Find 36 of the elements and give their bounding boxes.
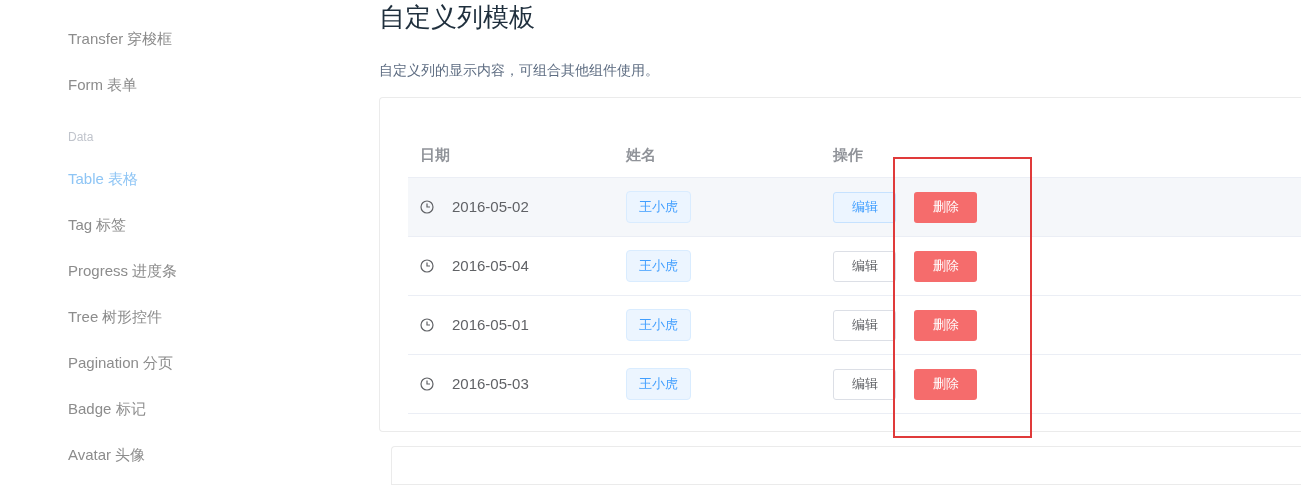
sidebar-item[interactable]: Badge 标记 bbox=[68, 397, 146, 421]
name-tag: 王小虎 bbox=[626, 368, 691, 400]
edit-button[interactable]: 编辑 bbox=[833, 368, 896, 400]
clock-icon bbox=[420, 377, 434, 391]
delete-button[interactable]: 删除 bbox=[914, 250, 977, 282]
sidebar-item[interactable]: Table 表格 bbox=[68, 167, 139, 191]
sidebar-item[interactable]: Transfer 穿梭框 bbox=[68, 27, 173, 51]
name-tag: 王小虎 bbox=[626, 309, 691, 341]
edit-button[interactable]: 编辑 bbox=[833, 191, 896, 223]
delete-button[interactable]: 删除 bbox=[914, 191, 977, 223]
clock-icon bbox=[420, 318, 434, 332]
column-header: 姓名 bbox=[625, 145, 657, 166]
table-row[interactable]: 2016-05-02 王小虎 编辑 删除 bbox=[408, 178, 1301, 237]
sidebar-item[interactable]: Tag 标签 bbox=[68, 213, 127, 237]
group-label: Data bbox=[68, 129, 94, 146]
sidebar-item[interactable]: Progress 进度条 bbox=[68, 259, 178, 283]
date-text: 2016-05-04 bbox=[452, 255, 529, 276]
edit-button[interactable]: 编辑 bbox=[833, 309, 896, 341]
column-header: 日期 bbox=[419, 145, 451, 166]
sidebar-item[interactable]: Form 表单 bbox=[68, 73, 138, 97]
date-text: 2016-05-03 bbox=[452, 373, 529, 394]
clock-icon bbox=[420, 259, 434, 273]
description: 自定义列的显示内容，可组合其他组件使用。 bbox=[379, 61, 660, 80]
name-tag: 王小虎 bbox=[626, 191, 691, 223]
delete-button[interactable]: 删除 bbox=[914, 368, 977, 400]
name-tag: 王小虎 bbox=[626, 250, 691, 282]
date-text: 2016-05-01 bbox=[452, 314, 529, 335]
page-title: 自定义列模板 bbox=[379, 1, 536, 34]
delete-button[interactable]: 删除 bbox=[914, 309, 977, 341]
edit-button[interactable]: 编辑 bbox=[833, 250, 896, 282]
sidebar-item[interactable]: Tree 树形控件 bbox=[68, 305, 163, 329]
column-header: 操作 bbox=[832, 145, 863, 166]
sidebar-item[interactable]: Avatar 头像 bbox=[68, 443, 146, 467]
date-text: 2016-05-02 bbox=[452, 196, 529, 217]
clock-icon bbox=[420, 200, 434, 214]
sidebar-item[interactable]: Pagination 分页 bbox=[68, 351, 174, 375]
